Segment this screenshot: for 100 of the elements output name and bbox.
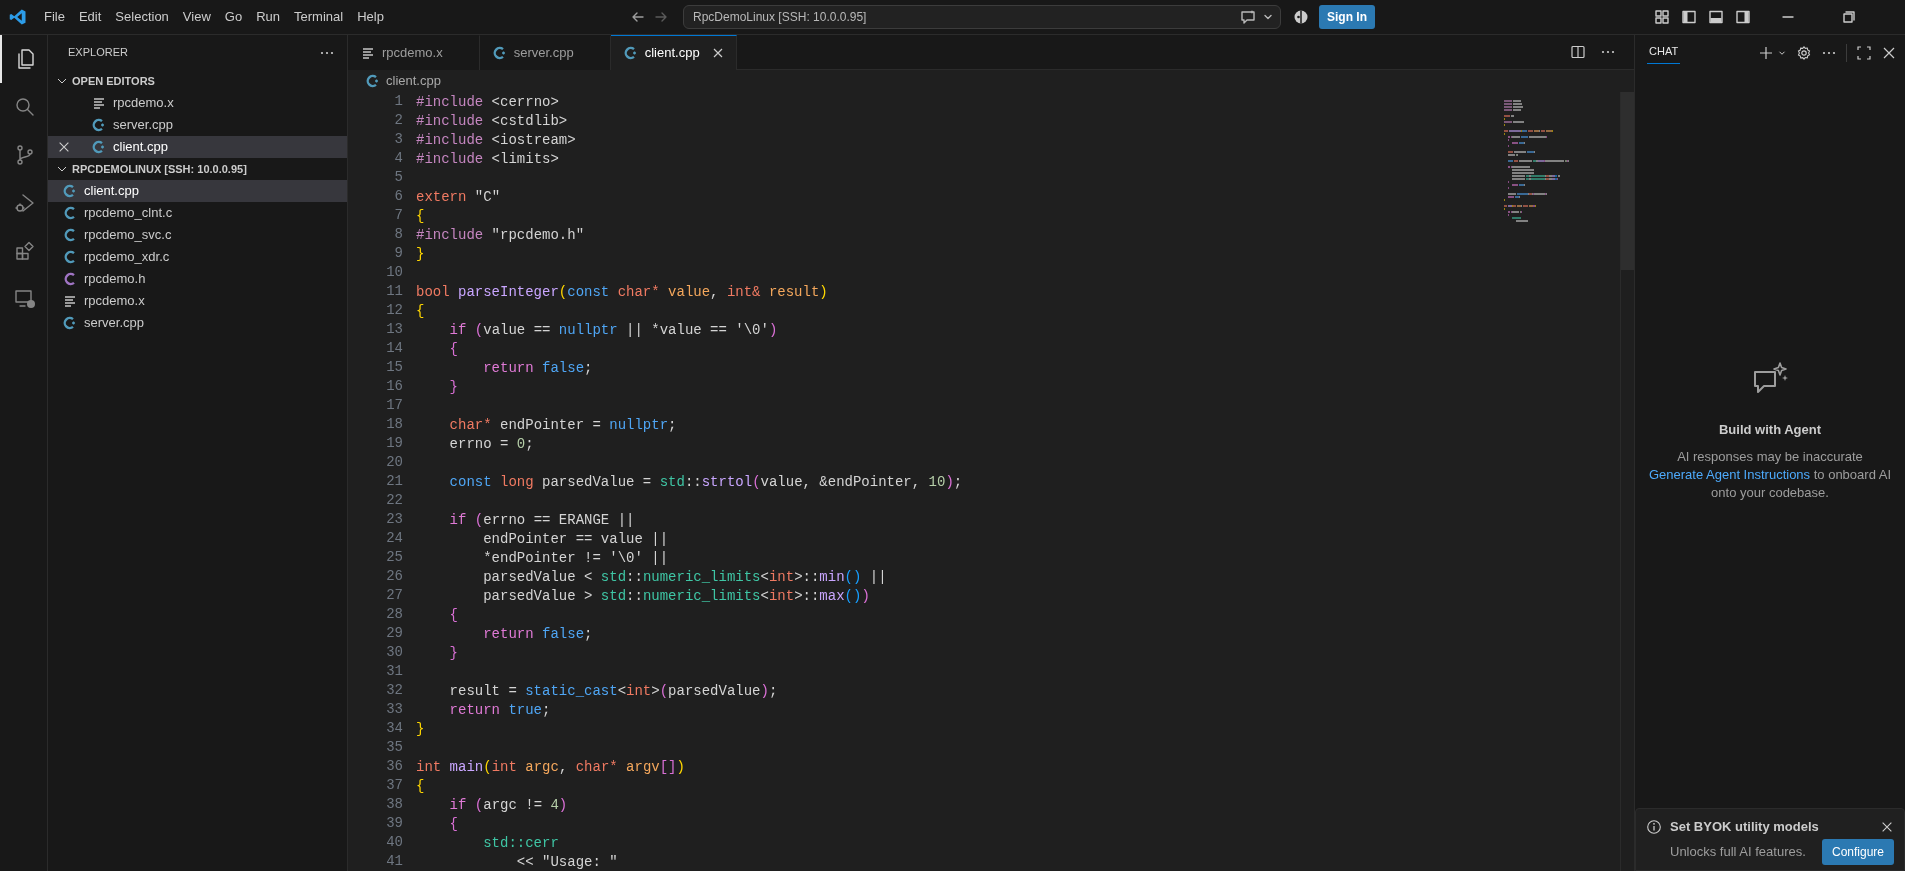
- code-line: {: [416, 302, 425, 321]
- command-center-text: RpcDemoLinux [SSH: 10.0.0.95]: [693, 9, 868, 26]
- line-number: 29: [385, 624, 403, 643]
- sign-in-button[interactable]: Sign In: [1319, 5, 1375, 29]
- line-number: 27: [385, 586, 403, 605]
- code-line: }: [416, 720, 425, 739]
- line-number: 22: [385, 491, 403, 510]
- code-line: #include <limits>: [416, 150, 559, 169]
- code-line: parsedValue > std::numeric_limits<int>::max()): [482, 587, 870, 606]
- split-editor-icon[interactable]: [1570, 44, 1586, 60]
- primary-sidebar-icon[interactable]: [1681, 9, 1697, 25]
- instructions-link[interactable]: Generate Agent Instructions: [1648, 466, 1811, 482]
- explorer-entry[interactable]: rpcdemo_svc.c: [48, 224, 347, 246]
- line-number: 36: [385, 757, 403, 776]
- line-number: 16: [385, 377, 403, 396]
- layout-icon[interactable]: [1654, 9, 1670, 25]
- menu-item[interactable]: Edit: [71, 5, 109, 29]
- code-line: #include <cerrno>: [416, 93, 559, 112]
- explorer-entry[interactable]: rpcdemo.x: [48, 92, 347, 114]
- line-number: 38: [385, 795, 403, 814]
- explorer-entry[interactable]: rpcdemo.x: [48, 290, 347, 312]
- agent-icon[interactable]: [1293, 9, 1309, 25]
- c-file-icon: [62, 205, 78, 221]
- menu-item[interactable]: Selection: [108, 5, 176, 29]
- menu-item[interactable]: Go: [217, 5, 250, 29]
- restore-icon[interactable]: [1841, 9, 1857, 25]
- line-number: 1: [393, 92, 403, 111]
- editor-tab[interactable]: server.cpp: [479, 35, 611, 70]
- settings-icon[interactable]: [1796, 44, 1812, 61]
- cpp-file-icon: [491, 44, 508, 61]
- chat-tab[interactable]: CHAT: [1647, 41, 1681, 64]
- explorer-entry[interactable]: rpcdemo.h: [48, 268, 347, 290]
- chat-icon[interactable]: [1240, 9, 1256, 25]
- line-number: 3: [393, 130, 403, 149]
- code-line: #include "rpcdemo.h": [416, 226, 585, 245]
- secondary-sidebar-icon[interactable]: [1735, 9, 1751, 25]
- command-center[interactable]: RpcDemoLinux [SSH: 10.0.0.95]: [683, 5, 1281, 29]
- line-number: 33: [385, 700, 403, 719]
- code-line: std::cerr: [482, 834, 559, 853]
- line-number: 10: [385, 263, 403, 282]
- line-number: 19: [385, 434, 403, 453]
- close-icon[interactable]: [57, 140, 71, 154]
- maximize-icon[interactable]: [1856, 44, 1872, 61]
- code-line: extern "C": [416, 188, 501, 207]
- line-number: 11: [385, 282, 403, 301]
- code-line: {: [448, 815, 458, 834]
- explorer-entry[interactable]: client.cpp: [48, 180, 347, 202]
- c-file-icon: [62, 227, 78, 243]
- menu-item[interactable]: View: [175, 5, 218, 29]
- sidebar-title: EXPLORER: [68, 45, 129, 61]
- line-number: 26: [385, 567, 403, 586]
- explorer-entry[interactable]: server.cpp: [48, 114, 347, 136]
- line-number: 6: [393, 187, 403, 206]
- section-header[interactable]: RPCDEMOLINUX [SSH: 10.0.0.95]: [48, 158, 347, 180]
- editor-tab[interactable]: rpcdemo.x: [348, 35, 480, 70]
- line-number: 25: [385, 548, 403, 567]
- code-line: if (value == nullptr || *value == '\0'): [448, 321, 778, 340]
- code-line: {: [448, 340, 458, 359]
- cpp-file-icon: [91, 139, 107, 155]
- line-number: 41: [385, 852, 403, 871]
- explorer-entry[interactable]: server.cpp: [48, 312, 347, 334]
- code-line: parsedValue < std::numeric_limits<int>::min() ||: [482, 568, 887, 587]
- section-header[interactable]: OPEN EDITORS: [48, 70, 347, 92]
- code-line: bool parseInteger(const char* value, int& result): [416, 283, 828, 302]
- app-logo-icon: [9, 8, 27, 26]
- configure-button[interactable]: Configure: [1821, 838, 1894, 865]
- explorer-entry[interactable]: client.cpp: [48, 136, 347, 158]
- explorer-entry[interactable]: rpcdemo_xdr.c: [48, 246, 347, 268]
- cpp-file-icon: [365, 73, 381, 89]
- line-number: 4: [393, 149, 403, 168]
- cpp-file-icon: [62, 183, 78, 199]
- code-line: if (argc != 4): [448, 796, 568, 815]
- code-line: char* endPointer = nullptr;: [448, 416, 677, 435]
- code-line: }: [448, 378, 458, 397]
- code-line: }: [448, 644, 458, 663]
- plus-icon[interactable]: [1758, 44, 1774, 61]
- line-number: 7: [393, 206, 403, 225]
- menu-item[interactable]: File: [37, 5, 72, 29]
- line-number: 15: [385, 358, 403, 377]
- header-file-icon: [62, 271, 78, 287]
- cpp-file-icon: [91, 117, 107, 133]
- explorer-entry[interactable]: rpcdemo_clnt.c: [48, 202, 347, 224]
- info-icon: [1646, 818, 1662, 835]
- line-number: 30: [385, 643, 403, 662]
- line-number: 12: [385, 301, 403, 320]
- cpp-file-icon: [622, 44, 639, 61]
- breadcrumb-item[interactable]: client.cpp: [386, 71, 441, 91]
- menu-item[interactable]: Help: [350, 5, 391, 29]
- text-file-icon: [62, 293, 78, 309]
- menu-item[interactable]: Run: [249, 5, 287, 29]
- code-line: return false;: [482, 359, 593, 378]
- code-line: }: [416, 245, 425, 264]
- editor-tab[interactable]: client.cpp: [610, 35, 737, 70]
- menu-item[interactable]: Terminal: [287, 5, 351, 29]
- cpp-file-icon: [62, 315, 78, 331]
- line-number: 40: [385, 833, 403, 852]
- panel-icon[interactable]: [1708, 9, 1724, 25]
- code-line: << "Usage: ": [515, 853, 618, 871]
- line-number: 9: [393, 244, 403, 263]
- code-line: int main(int argc, char* argv[]): [416, 758, 685, 777]
